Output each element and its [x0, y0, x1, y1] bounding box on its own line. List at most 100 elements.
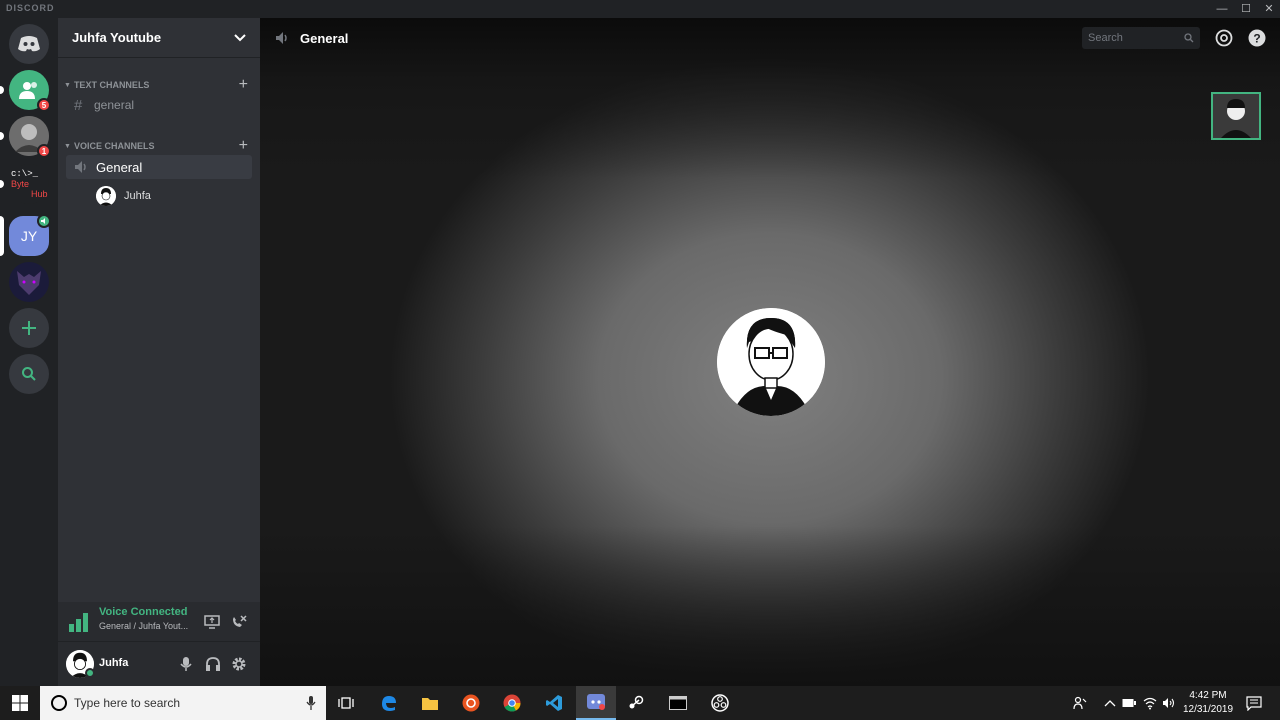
- plus-icon: [22, 321, 36, 335]
- terminal-icon: [669, 696, 687, 710]
- chevron-icon: ▼: [64, 81, 71, 89]
- byte-hub-line3: Hub: [31, 188, 48, 199]
- app-brand: DISCORD: [6, 3, 55, 13]
- file-explorer-app[interactable]: [410, 686, 450, 720]
- guild-jy[interactable]: JY: [0, 214, 51, 256]
- guild-byte-hub[interactable]: c:\>_ Byte Hub: [0, 164, 49, 204]
- server-header[interactable]: Juhfa Youtube: [58, 18, 260, 58]
- unread-pill: [0, 132, 4, 140]
- search-icon: [22, 367, 36, 381]
- signal-icon[interactable]: [68, 612, 90, 632]
- guild-initials: JY: [20, 228, 38, 244]
- member-name: Juhfa: [124, 190, 151, 202]
- start-button[interactable]: [0, 686, 40, 720]
- disconnect-icon[interactable]: [231, 615, 247, 629]
- steam-app[interactable]: [616, 686, 656, 720]
- server-list: 5 1 c:\>_ Byte Hub JY: [0, 18, 58, 686]
- people-icon[interactable]: [1073, 696, 1087, 710]
- channel-sidebar: Juhfa Youtube ▼ TEXT CHANNELS + # genera…: [58, 18, 260, 686]
- create-voice-channel-icon[interactable]: +: [239, 137, 248, 155]
- category-label: VOICE CHANNELS: [73, 141, 155, 151]
- taskbar-search-input[interactable]: Type here to search: [40, 686, 326, 720]
- discord-app[interactable]: [576, 686, 616, 720]
- vscode-app[interactable]: [534, 686, 574, 720]
- terminal-app[interactable]: [658, 686, 698, 720]
- avatar-icon: [717, 308, 825, 416]
- guild-photo[interactable]: 1: [0, 116, 51, 158]
- voice-status: Voice Connected: [99, 606, 188, 618]
- hash-icon: #: [74, 96, 83, 114]
- speaker-icon: [276, 32, 287, 44]
- minimize-button[interactable]: —: [1212, 1, 1232, 17]
- maximize-button[interactable]: ☐: [1236, 1, 1256, 17]
- edge-icon: [382, 696, 396, 711]
- byte-hub-line1: c:\>_: [11, 168, 39, 179]
- friends-icon: [19, 82, 37, 99]
- search-icon: [1184, 33, 1194, 43]
- taskbar-search-placeholder: Type here to search: [74, 696, 181, 710]
- voice-connection-panel: Voice Connected General / Juhfa Yout...: [58, 602, 260, 642]
- channel-title: General: [300, 30, 349, 46]
- self-video-thumbnail: [1213, 94, 1259, 138]
- avatar-icon: [96, 186, 116, 206]
- byte-hub-line2: Byte: [11, 178, 30, 189]
- voice-location[interactable]: General / Juhfa Yout...: [99, 621, 199, 631]
- mention-badge: 5: [37, 98, 51, 112]
- selected-pill: [0, 216, 4, 256]
- svg-text:?: ?: [1253, 32, 1260, 46]
- close-button[interactable]: ✕: [1259, 1, 1279, 17]
- wifi-icon[interactable]: [1143, 696, 1157, 710]
- voice-video-area: General Search ?: [260, 18, 1280, 686]
- task-view-button[interactable]: [326, 686, 366, 720]
- voice-speaker-badge: [37, 214, 51, 228]
- create-channel-icon[interactable]: +: [239, 76, 248, 94]
- task-view-icon: [338, 697, 354, 709]
- microphone-icon[interactable]: [306, 696, 316, 710]
- clock-date: 12/31/2019: [1182, 704, 1234, 715]
- guild-friends[interactable]: 5: [0, 70, 51, 112]
- server-name: Juhfa Youtube: [72, 30, 162, 45]
- volume-icon[interactable]: [1162, 696, 1176, 710]
- system-clock[interactable]: 4:42 PM 12/31/2019: [1180, 689, 1236, 717]
- voice-member[interactable]: Juhfa: [96, 186, 151, 206]
- action-center-icon[interactable]: [1246, 695, 1262, 711]
- search-placeholder: Search: [1088, 32, 1123, 44]
- category-text-channels[interactable]: ▼ TEXT CHANNELS +: [64, 76, 248, 94]
- discord-taskbar-icon: [587, 694, 605, 710]
- gear-icon[interactable]: [231, 656, 247, 672]
- microphone-icon[interactable]: [180, 656, 192, 672]
- online-status-dot: [85, 668, 95, 678]
- headphones-icon[interactable]: [205, 656, 221, 672]
- add-server-button[interactable]: [9, 308, 49, 348]
- chrome-app[interactable]: [492, 686, 532, 720]
- self-video-preview[interactable]: [1211, 92, 1261, 140]
- screen-share-icon[interactable]: [204, 615, 220, 629]
- channel-general[interactable]: # general: [66, 93, 252, 117]
- clock-time: 4:42 PM: [1189, 690, 1227, 701]
- voice-channel-general[interactable]: General: [66, 155, 252, 179]
- guild-wolf[interactable]: [9, 262, 49, 302]
- speaker-icon: [41, 218, 45, 224]
- chevron-down-icon: [234, 33, 246, 41]
- folder-icon: [422, 698, 438, 710]
- edge-app[interactable]: [369, 686, 409, 720]
- vscode-icon: [546, 695, 562, 711]
- category-voice-channels[interactable]: ▼ VOICE CHANNELS +: [64, 137, 248, 155]
- title-bar: DISCORD — ☐ ✕: [0, 0, 1280, 18]
- channel-name: general: [94, 98, 135, 112]
- help-icon[interactable]: ?: [1247, 28, 1267, 48]
- search-input[interactable]: Search: [1082, 27, 1200, 49]
- explore-button[interactable]: [9, 354, 49, 394]
- obs-app[interactable]: [700, 686, 740, 720]
- chevron-up-icon[interactable]: [1104, 699, 1116, 707]
- mention-badge: 1: [37, 144, 51, 158]
- speaker-icon: [75, 161, 86, 173]
- ubuntu-app[interactable]: [451, 686, 491, 720]
- home-button[interactable]: [9, 24, 49, 64]
- wolf-icon: [17, 271, 41, 295]
- mentions-icon[interactable]: [1214, 28, 1234, 48]
- obs-icon: [711, 694, 729, 712]
- participant-avatar[interactable]: [717, 308, 825, 416]
- battery-icon[interactable]: [1122, 698, 1136, 708]
- os-taskbar: Type here to search 4:42 PM 12/31/2019: [0, 686, 1280, 720]
